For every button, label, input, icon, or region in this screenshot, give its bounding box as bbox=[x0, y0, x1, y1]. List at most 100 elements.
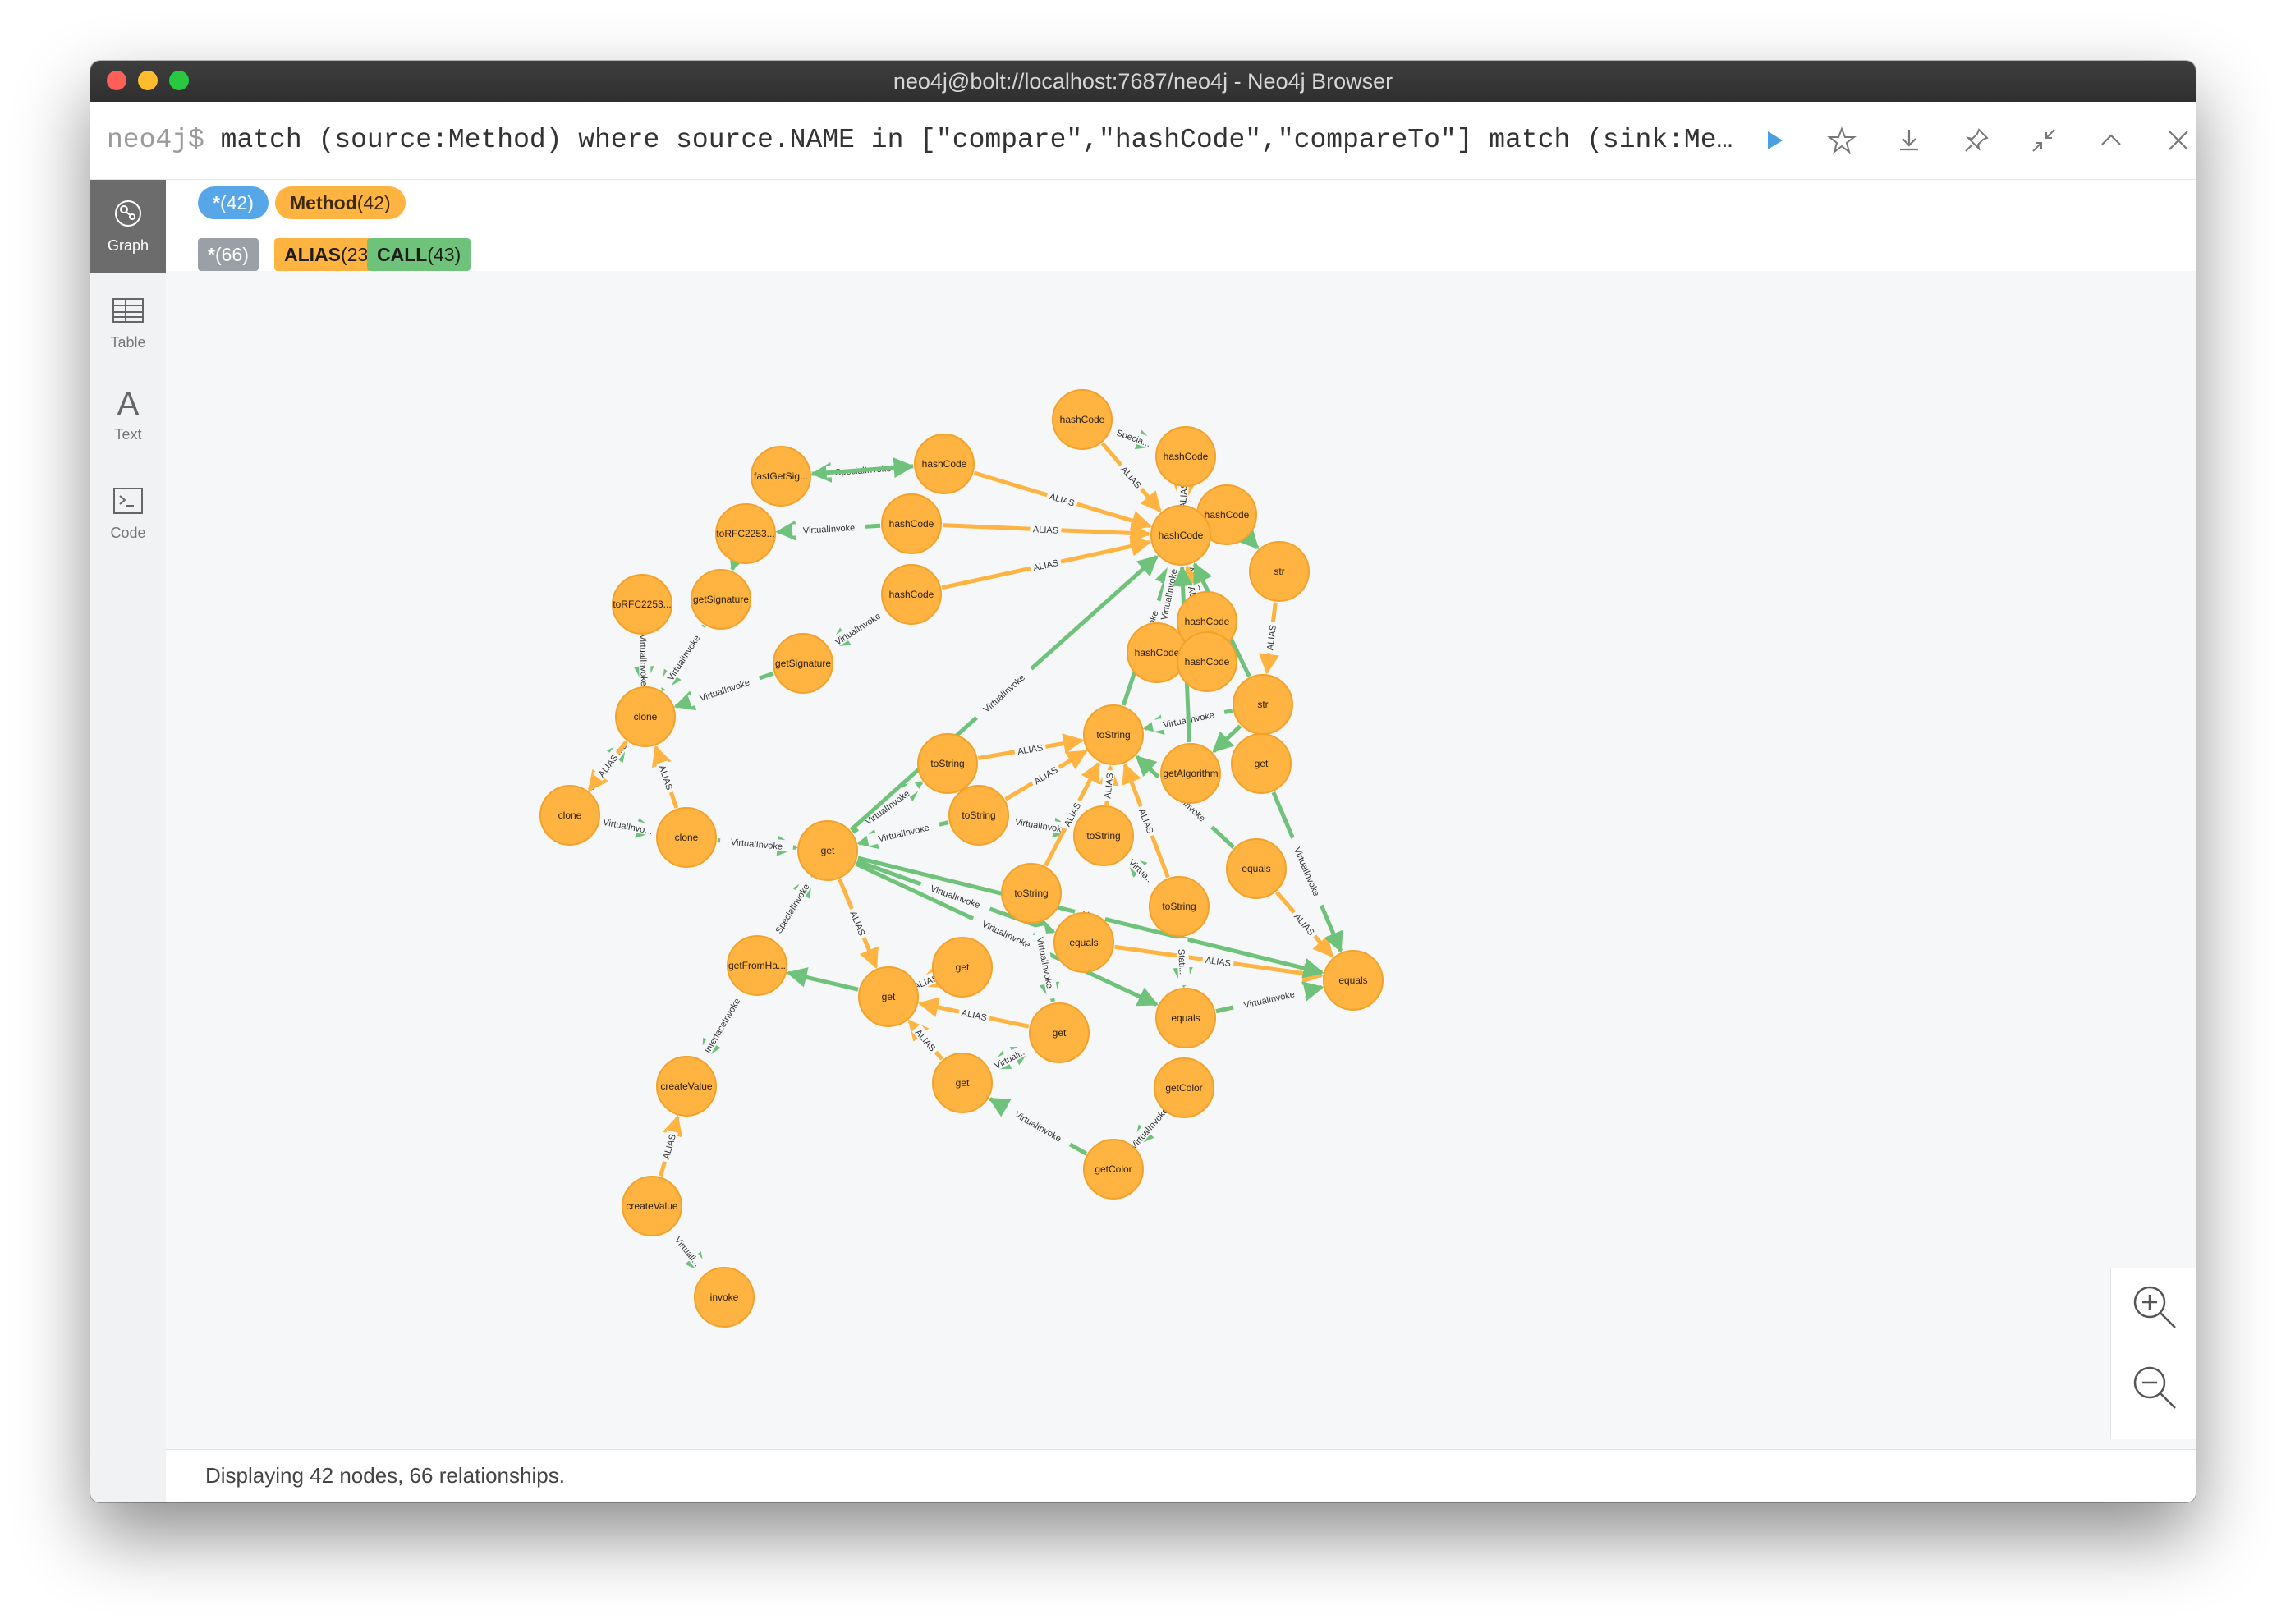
method-node[interactable]: hashCode bbox=[1150, 505, 1211, 566]
call-relationship[interactable] bbox=[728, 548, 749, 571]
call-relationship[interactable]: Virtuali... bbox=[664, 1223, 713, 1279]
alias-relationship[interactable]: ALIAS bbox=[973, 470, 1153, 531]
call-relationship[interactable]: VirtualInvoke bbox=[717, 833, 798, 856]
alias-relationship[interactable]: ALIAS bbox=[658, 1115, 683, 1177]
legend-rel-all[interactable]: *(66) bbox=[198, 238, 259, 271]
close-icon[interactable] bbox=[2160, 122, 2196, 159]
alias-relationship[interactable]: ALIAS bbox=[587, 740, 628, 792]
call-relationship[interactable]: Stati... bbox=[1172, 937, 1193, 989]
call-relationship[interactable] bbox=[786, 967, 859, 992]
method-node[interactable]: hashCode bbox=[1052, 389, 1113, 450]
relationship-label: VirtualInvoke bbox=[980, 920, 1032, 951]
node-label: toString bbox=[930, 758, 964, 769]
alias-relationship[interactable]: ALIAS bbox=[651, 745, 679, 809]
method-node[interactable]: getColor bbox=[1154, 1057, 1214, 1118]
method-node[interactable]: toString bbox=[1001, 863, 1062, 924]
method-node[interactable]: clone bbox=[656, 807, 717, 868]
graph-canvas[interactable]: ALIASSpecia...ALIASSpecialInvokeSpecialI… bbox=[166, 271, 2196, 1449]
query-text[interactable]: neo4j$ match (source:Method) where sourc… bbox=[107, 120, 1749, 161]
method-node[interactable]: get bbox=[1231, 733, 1292, 794]
method-node[interactable]: hashCode bbox=[1177, 631, 1237, 692]
method-node[interactable]: invoke bbox=[694, 1267, 755, 1328]
method-node[interactable]: hashCode bbox=[1127, 622, 1187, 683]
node-label: equals bbox=[1171, 1012, 1200, 1024]
method-node[interactable]: str bbox=[1249, 541, 1310, 602]
method-node[interactable]: str bbox=[1233, 674, 1293, 735]
method-node[interactable]: equals bbox=[1053, 912, 1114, 973]
alias-relationship[interactable]: ALIAS bbox=[1100, 442, 1162, 513]
method-node[interactable]: createValue bbox=[622, 1176, 682, 1236]
method-node[interactable]: equals bbox=[1226, 838, 1287, 899]
call-relationship[interactable]: VirtualInvoke bbox=[823, 603, 892, 653]
sidebar-item-code[interactable]: Code bbox=[90, 467, 166, 561]
method-node[interactable]: equals bbox=[1323, 950, 1384, 1011]
method-node[interactable]: clone bbox=[539, 785, 600, 846]
legend-node-all[interactable]: *(42) bbox=[198, 186, 269, 219]
method-node[interactable]: getAlgorithm bbox=[1160, 743, 1221, 804]
method-node[interactable]: get bbox=[1029, 1002, 1090, 1063]
alias-relationship[interactable]: ALIAS bbox=[838, 879, 879, 970]
method-node[interactable]: get bbox=[858, 966, 919, 1027]
method-node[interactable]: hashCode bbox=[881, 564, 942, 625]
query-input[interactable]: match (source:Method) where source.NAME … bbox=[221, 125, 1749, 155]
query-editor[interactable]: neo4j$ match (source:Method) where sourc… bbox=[90, 102, 2196, 180]
method-node[interactable]: toString bbox=[1083, 704, 1144, 765]
alias-relationship[interactable]: ALIAS bbox=[941, 535, 1152, 590]
method-node[interactable]: get bbox=[932, 937, 993, 998]
method-node[interactable]: equals bbox=[1155, 988, 1216, 1048]
method-node[interactable]: getColor bbox=[1083, 1139, 1144, 1200]
alias-relationship[interactable]: ALIAS bbox=[1098, 764, 1119, 805]
call-relationship[interactable]: SpecialInvoke bbox=[767, 874, 816, 943]
pin-icon[interactable] bbox=[1958, 122, 1995, 159]
method-node[interactable]: createValue bbox=[656, 1056, 717, 1117]
alias-relationship[interactable]: ALIAS bbox=[978, 733, 1085, 760]
method-node[interactable]: toString bbox=[1073, 805, 1134, 866]
node-label: hashCode bbox=[1135, 647, 1180, 658]
zoom-in-icon[interactable] bbox=[2129, 1282, 2180, 1333]
alias-relationship[interactable]: ALIAS bbox=[1004, 749, 1088, 801]
sidebar-item-graph[interactable]: Graph bbox=[90, 180, 166, 273]
legend-node-method[interactable]: Method(42) bbox=[275, 186, 406, 219]
method-node[interactable]: clone bbox=[615, 686, 676, 747]
method-node[interactable]: hashCode bbox=[1155, 426, 1216, 487]
method-node[interactable]: toString bbox=[948, 785, 1009, 846]
method-node[interactable]: getFromHa... bbox=[727, 935, 787, 996]
relationship-label: SpecialInvoke bbox=[774, 883, 812, 936]
sidebar-item-text[interactable]: A Text bbox=[90, 369, 166, 462]
alias-relationship[interactable]: ALIAS bbox=[1259, 602, 1279, 675]
call-relationship[interactable]: Specia... bbox=[1107, 423, 1161, 452]
alias-relationship[interactable]: ALIAS bbox=[907, 1019, 944, 1061]
method-node[interactable]: get bbox=[797, 820, 858, 881]
method-node[interactable]: toString bbox=[917, 733, 978, 794]
method-node[interactable]: getSignature bbox=[773, 633, 833, 694]
method-node[interactable]: hashCode bbox=[914, 434, 975, 494]
call-relationship[interactable]: VirtualInvoke bbox=[988, 1097, 1088, 1156]
alias-relationship[interactable]: ALIAS bbox=[1114, 944, 1324, 984]
method-node[interactable]: toString bbox=[1149, 876, 1210, 937]
call-relationship[interactable]: VirtualInvoke bbox=[775, 520, 881, 541]
chevron-up-icon[interactable] bbox=[2092, 122, 2130, 159]
run-icon[interactable] bbox=[1756, 122, 1793, 159]
call-relationship[interactable] bbox=[1237, 527, 1260, 550]
collapse-icon[interactable] bbox=[2025, 122, 2063, 159]
legend-rel-call[interactable]: CALL(43) bbox=[367, 238, 471, 271]
call-relationship[interactable]: InterfaceInvoke bbox=[695, 986, 748, 1065]
method-node[interactable]: fastGetSig... bbox=[751, 446, 811, 507]
download-icon[interactable] bbox=[1890, 122, 1928, 159]
method-node[interactable]: hashCode bbox=[881, 493, 942, 554]
method-node[interactable]: toRFC2253... bbox=[715, 503, 776, 564]
node-label: createValue bbox=[626, 1200, 677, 1212]
call-relationship[interactable]: VirtualInvoke bbox=[673, 671, 774, 711]
alias-relationship[interactable]: ALIAS bbox=[917, 997, 1030, 1029]
method-node[interactable]: toRFC2253... bbox=[612, 574, 672, 635]
node-label: toString bbox=[1014, 888, 1048, 899]
star-icon[interactable] bbox=[1823, 122, 1861, 159]
call-relationship[interactable]: VirtualInvoke bbox=[1215, 981, 1324, 1014]
call-relationship[interactable]: VirtualInvoke bbox=[658, 623, 708, 692]
graph-visualization[interactable]: ALIASSpecia...ALIASSpecialInvokeSpecialI… bbox=[166, 271, 2196, 1449]
method-node[interactable]: get bbox=[932, 1053, 993, 1113]
method-node[interactable]: getSignature bbox=[691, 569, 751, 630]
sidebar-item-table[interactable]: Table bbox=[90, 277, 166, 370]
zoom-out-icon[interactable] bbox=[2129, 1362, 2180, 1413]
alias-relationship[interactable]: ALIAS bbox=[942, 522, 1151, 544]
